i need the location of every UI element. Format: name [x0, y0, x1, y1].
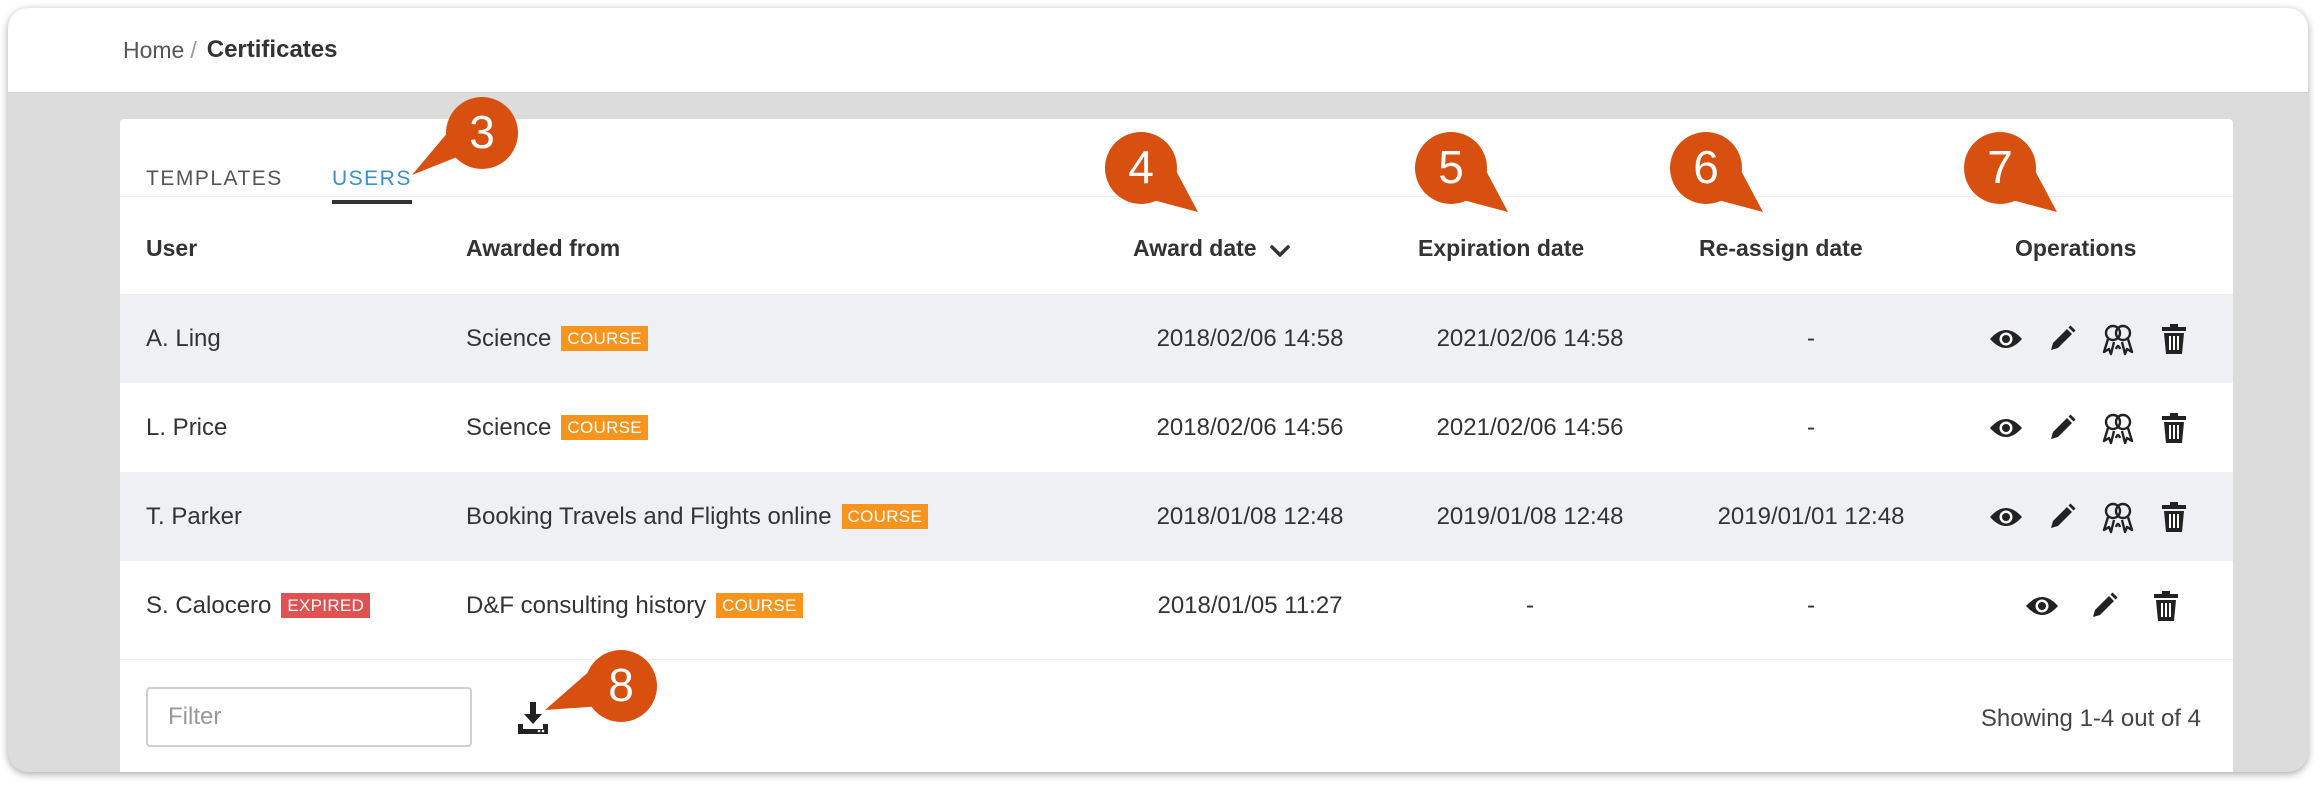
callout-number: 6	[1693, 141, 1719, 193]
column-header-award-date[interactable]: Award date	[1133, 235, 1291, 262]
user-name[interactable]: S. Calocero	[146, 592, 271, 620]
table-footer: Showing 1-4 out of 4	[120, 659, 2233, 772]
award-date-cell: 2018/01/08 12:48	[1156, 502, 1344, 530]
table-row: S. Calocero EXPIRED D&F consulting histo…	[120, 561, 2233, 650]
course-badge: COURSE	[716, 593, 803, 618]
callout-number: 4	[1128, 141, 1154, 193]
reassign-icon[interactable]	[2101, 411, 2135, 445]
callout-4: 4	[1103, 130, 1213, 230]
table-row: T. Parker Booking Travels and Flights on…	[120, 472, 2233, 561]
column-header-user[interactable]: User	[146, 235, 197, 262]
user-cell: T. Parker	[146, 472, 242, 561]
user-cell: A. Ling	[146, 294, 221, 383]
certificates-table: User Awarded from Award date Expiration …	[120, 196, 2233, 650]
reassign-date-cell: -	[1807, 591, 1815, 619]
awarded-from-cell: Science COURSE	[466, 294, 648, 383]
operations-cell	[1940, 561, 2240, 650]
callout-8: 8	[543, 648, 663, 728]
user-name[interactable]: L. Price	[146, 414, 227, 442]
edit-pencil-icon[interactable]	[2045, 411, 2079, 445]
awarded-from-name[interactable]: D&F consulting history	[466, 592, 706, 620]
callout-number: 8	[608, 659, 634, 711]
callout-5: 5	[1413, 130, 1523, 230]
award-date-cell: 2018/02/06 14:58	[1156, 324, 1344, 352]
expired-badge: EXPIRED	[281, 593, 371, 618]
operations-cell	[1940, 294, 2240, 383]
user-name[interactable]: T. Parker	[146, 503, 242, 531]
edit-pencil-icon[interactable]	[2045, 500, 2079, 534]
user-name[interactable]: A. Ling	[146, 325, 221, 353]
operations-cell	[1940, 383, 2240, 472]
reassign-icon[interactable]	[2101, 322, 2135, 356]
award-date-cell: 2018/02/06 14:56	[1156, 413, 1344, 441]
reassign-icon[interactable]	[2101, 500, 2135, 534]
edit-pencil-icon[interactable]	[2087, 589, 2121, 623]
top-bar: Home / Certificates	[8, 8, 2308, 93]
expiration-date-cell: 2021/02/06 14:58	[1436, 324, 1624, 352]
awarded-from-cell: Science COURSE	[466, 383, 648, 472]
awarded-from-name[interactable]: Science	[466, 325, 551, 353]
course-badge: COURSE	[561, 415, 648, 440]
awarded-from-name[interactable]: Booking Travels and Flights online	[466, 503, 832, 531]
column-header-expiration-date[interactable]: Expiration date	[1418, 235, 1584, 262]
user-cell: L. Price	[146, 383, 227, 472]
expiration-date-cell: -	[1526, 591, 1534, 619]
reassign-date-cell: -	[1807, 413, 1815, 441]
user-cell: S. Calocero EXPIRED	[146, 561, 371, 650]
column-header-operations: Operations	[2015, 235, 2137, 261]
sort-chevron-down-icon[interactable]	[1269, 243, 1291, 259]
view-eye-icon[interactable]	[1989, 411, 2023, 445]
expiration-date-cell: 2021/02/06 14:56	[1436, 413, 1624, 441]
delete-trash-icon[interactable]	[2149, 589, 2183, 623]
column-header-reassign-date[interactable]: Re-assign date	[1699, 235, 1863, 262]
breadcrumb-current: Certificates	[206, 36, 338, 63]
callout-number: 7	[1987, 141, 2013, 193]
awarded-from-cell: Booking Travels and Flights online COURS…	[466, 472, 929, 561]
award-date-cell: 2018/01/05 11:27	[1157, 591, 1343, 619]
callout-3: 3	[410, 95, 525, 180]
column-header-award-date-label: Award date	[1133, 235, 1257, 261]
table-row: L. Price Science COURSE 2018/02/06 14:56…	[120, 383, 2233, 472]
table-row: A. Ling Science COURSE 2018/02/06 14:58 …	[120, 294, 2233, 383]
delete-trash-icon[interactable]	[2157, 322, 2191, 356]
breadcrumb-home-link[interactable]: Home	[123, 37, 184, 64]
edit-pencil-icon[interactable]	[2045, 322, 2079, 356]
breadcrumb-separator: /	[190, 36, 197, 63]
awarded-from-cell: D&F consulting history COURSE	[466, 561, 803, 650]
app-window: Home / Certificates TEMPLATES USERS User…	[8, 8, 2308, 772]
delete-trash-icon[interactable]	[2157, 411, 2191, 445]
callout-6: 6	[1668, 130, 1778, 230]
view-eye-icon[interactable]	[2025, 589, 2059, 623]
expiration-date-cell: 2019/01/08 12:48	[1436, 502, 1624, 530]
delete-trash-icon[interactable]	[2157, 500, 2191, 534]
callout-7: 7	[1962, 130, 2072, 230]
operations-cell	[1940, 472, 2240, 561]
callout-number: 5	[1438, 141, 1464, 193]
awarded-from-name[interactable]: Science	[466, 414, 551, 442]
course-badge: COURSE	[561, 326, 648, 351]
breadcrumb: Home / Certificates	[123, 36, 337, 64]
filter-input[interactable]	[146, 687, 472, 747]
column-header-awarded-from[interactable]: Awarded from	[466, 235, 620, 262]
pagination-status: Showing 1-4 out of 4	[1980, 705, 2201, 732]
reassign-date-cell: -	[1807, 324, 1815, 352]
reassign-date-cell: 2019/01/01 12:48	[1717, 502, 1905, 530]
view-eye-icon[interactable]	[1989, 322, 2023, 356]
callout-number: 3	[469, 106, 495, 158]
view-eye-icon[interactable]	[1989, 500, 2023, 534]
course-badge: COURSE	[841, 504, 929, 529]
